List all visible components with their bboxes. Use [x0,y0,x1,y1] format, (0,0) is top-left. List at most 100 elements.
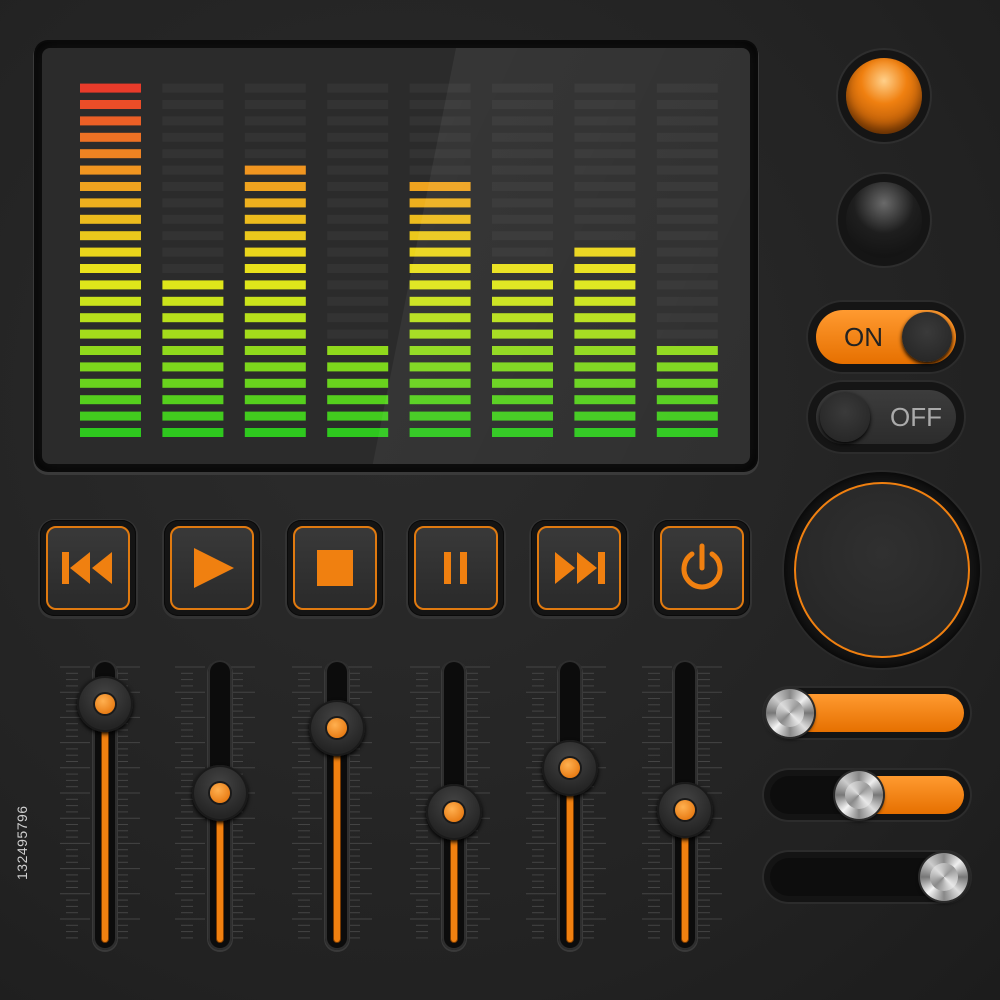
eq-segment-unlit [327,280,389,290]
eq-segment-lit [409,428,471,437]
eq-segment-lit [409,280,471,290]
eq-segment-lit [492,329,553,339]
fader-knob[interactable] [657,781,713,838]
eq-segment-lit [80,165,141,175]
eq-segment-lit [409,182,471,191]
eq-segment-unlit [574,198,636,208]
eq-segment-lit [80,264,141,273]
fader-1[interactable] [77,660,133,950]
fast-forward-button-face[interactable] [537,526,621,610]
fader-3[interactable] [309,660,365,950]
eq-segment-lit [409,247,471,257]
eq-segment-lit [327,411,389,421]
horizontal-slider-3[interactable] [764,852,970,902]
eq-segment-lit [80,247,141,257]
eq-segment-unlit [327,264,389,273]
toggle-off-switch[interactable]: OFF [808,382,964,452]
power-button[interactable] [654,520,750,616]
eq-segment-lit [492,411,553,421]
eq-segment-lit [162,329,224,339]
eq-segment-lit [244,247,306,257]
equalizer-display [36,42,756,470]
pause-button-face[interactable] [414,526,498,610]
horizontal-slider-1[interactable] [764,688,970,738]
eq-segment-unlit [162,264,224,273]
eq-segment-lit [574,428,636,437]
play-button[interactable] [164,520,260,616]
eq-segment-lit [656,362,718,372]
eq-segment-lit [244,296,306,306]
fader-knob[interactable] [426,784,482,841]
eq-segment-lit [244,362,306,372]
eq-segment-lit [409,231,471,241]
eq-segment-unlit [656,296,718,306]
eq-segment-lit [409,411,471,421]
fader-5[interactable] [542,660,598,950]
fader-knob[interactable] [309,699,365,756]
eq-segment-lit [409,296,471,306]
power-button-face[interactable] [660,526,744,610]
eq-segment-lit [656,395,718,405]
toggle-off-knob[interactable] [820,392,870,442]
rewind-button-face[interactable] [46,526,130,610]
horizontal-slider-knob[interactable] [920,853,968,901]
eq-segment-lit [80,296,141,306]
fader-2[interactable] [192,660,248,950]
toggle-on-switch[interactable]: ON [808,302,964,372]
fader-knob[interactable] [192,765,248,822]
horizontal-slider-2[interactable] [764,770,970,820]
eq-segment-lit [244,329,306,339]
pause-button[interactable] [408,520,504,616]
eq-segment-unlit [574,231,636,241]
stop-button[interactable] [287,520,383,616]
eq-segment-unlit [162,116,224,126]
eq-segment-lit [244,264,306,273]
eq-segment-lit [492,378,553,388]
eq-segment-lit [244,182,306,191]
eq-segment-unlit [162,165,224,175]
lamp-off-icon [846,182,922,258]
eq-segment-lit [162,296,224,306]
fast-forward-button[interactable] [531,520,627,616]
eq-segment-unlit [656,214,718,224]
eq-segment-unlit [656,83,718,93]
eq-segment-unlit [327,165,389,175]
eq-segment-lit [574,395,636,405]
rotary-knob[interactable] [784,472,980,668]
play-button-face[interactable] [170,526,254,610]
toggle-on-label: ON [844,321,883,352]
eq-segment-unlit [327,182,389,191]
eq-segment-unlit [574,165,636,175]
horizontal-slider-knob[interactable] [835,771,884,819]
eq-segment-lit [244,231,306,241]
fader-6[interactable] [657,660,713,950]
eq-segment-unlit [162,231,224,241]
eq-segment-lit [244,411,306,421]
eq-segment-unlit [327,100,389,109]
fader-knob[interactable] [77,676,133,733]
eq-segment-lit [80,411,141,421]
eq-segment-lit [244,165,306,175]
eq-segment-unlit [409,116,471,126]
rotary-knob-face[interactable] [794,482,970,658]
stop-button-face[interactable] [293,526,377,610]
eq-segment-lit [656,378,718,388]
eq-segment-lit [656,411,718,421]
fader-knob[interactable] [542,739,598,796]
eq-segment-lit [80,182,141,191]
eq-segment-lit [80,100,141,109]
fader-4[interactable] [426,660,482,950]
eq-segment-lit [574,346,636,355]
eq-segment-lit [574,329,636,339]
horizontal-slider-knob[interactable] [766,689,814,737]
eq-segment-unlit [244,100,306,109]
eq-segment-unlit [656,198,718,208]
eq-segment-lit [492,428,553,437]
indicator-lamp-on [838,50,930,142]
toggle-on-knob[interactable] [902,312,952,362]
rewind-button[interactable] [40,520,136,616]
eq-segment-lit [409,395,471,405]
eq-segment-lit [244,428,306,437]
eq-segment-lit [80,329,141,339]
eq-segment-unlit [574,100,636,109]
